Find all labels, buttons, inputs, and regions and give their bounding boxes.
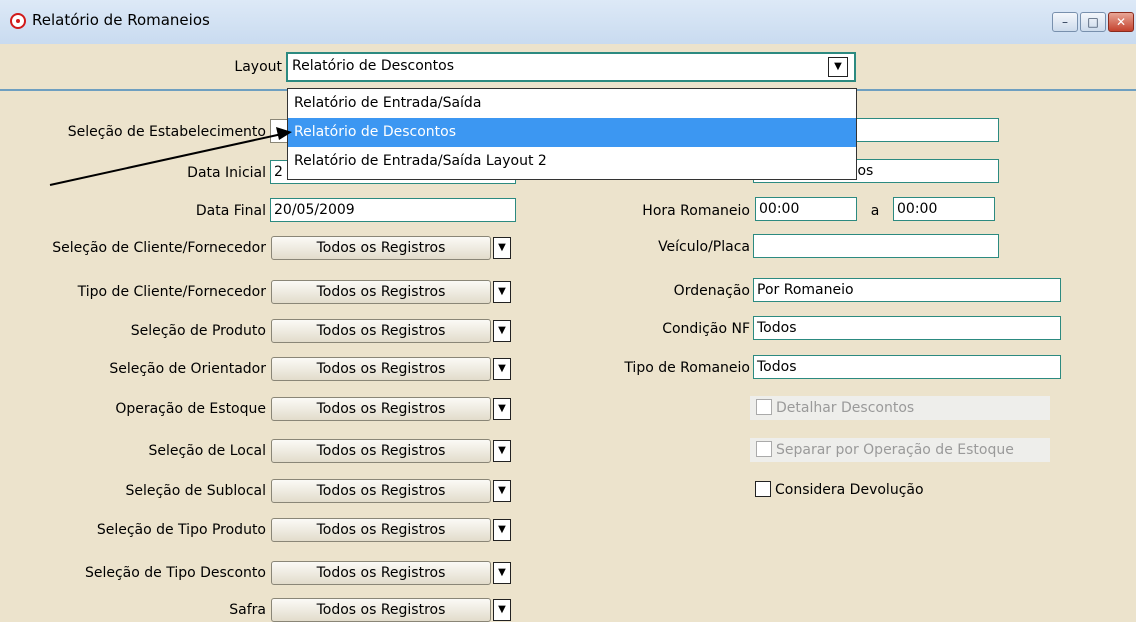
annotation-arrow: [49, 127, 292, 186]
report-window: Relatório de Romaneios – □ ✕ Layout Rela…: [0, 0, 1136, 622]
